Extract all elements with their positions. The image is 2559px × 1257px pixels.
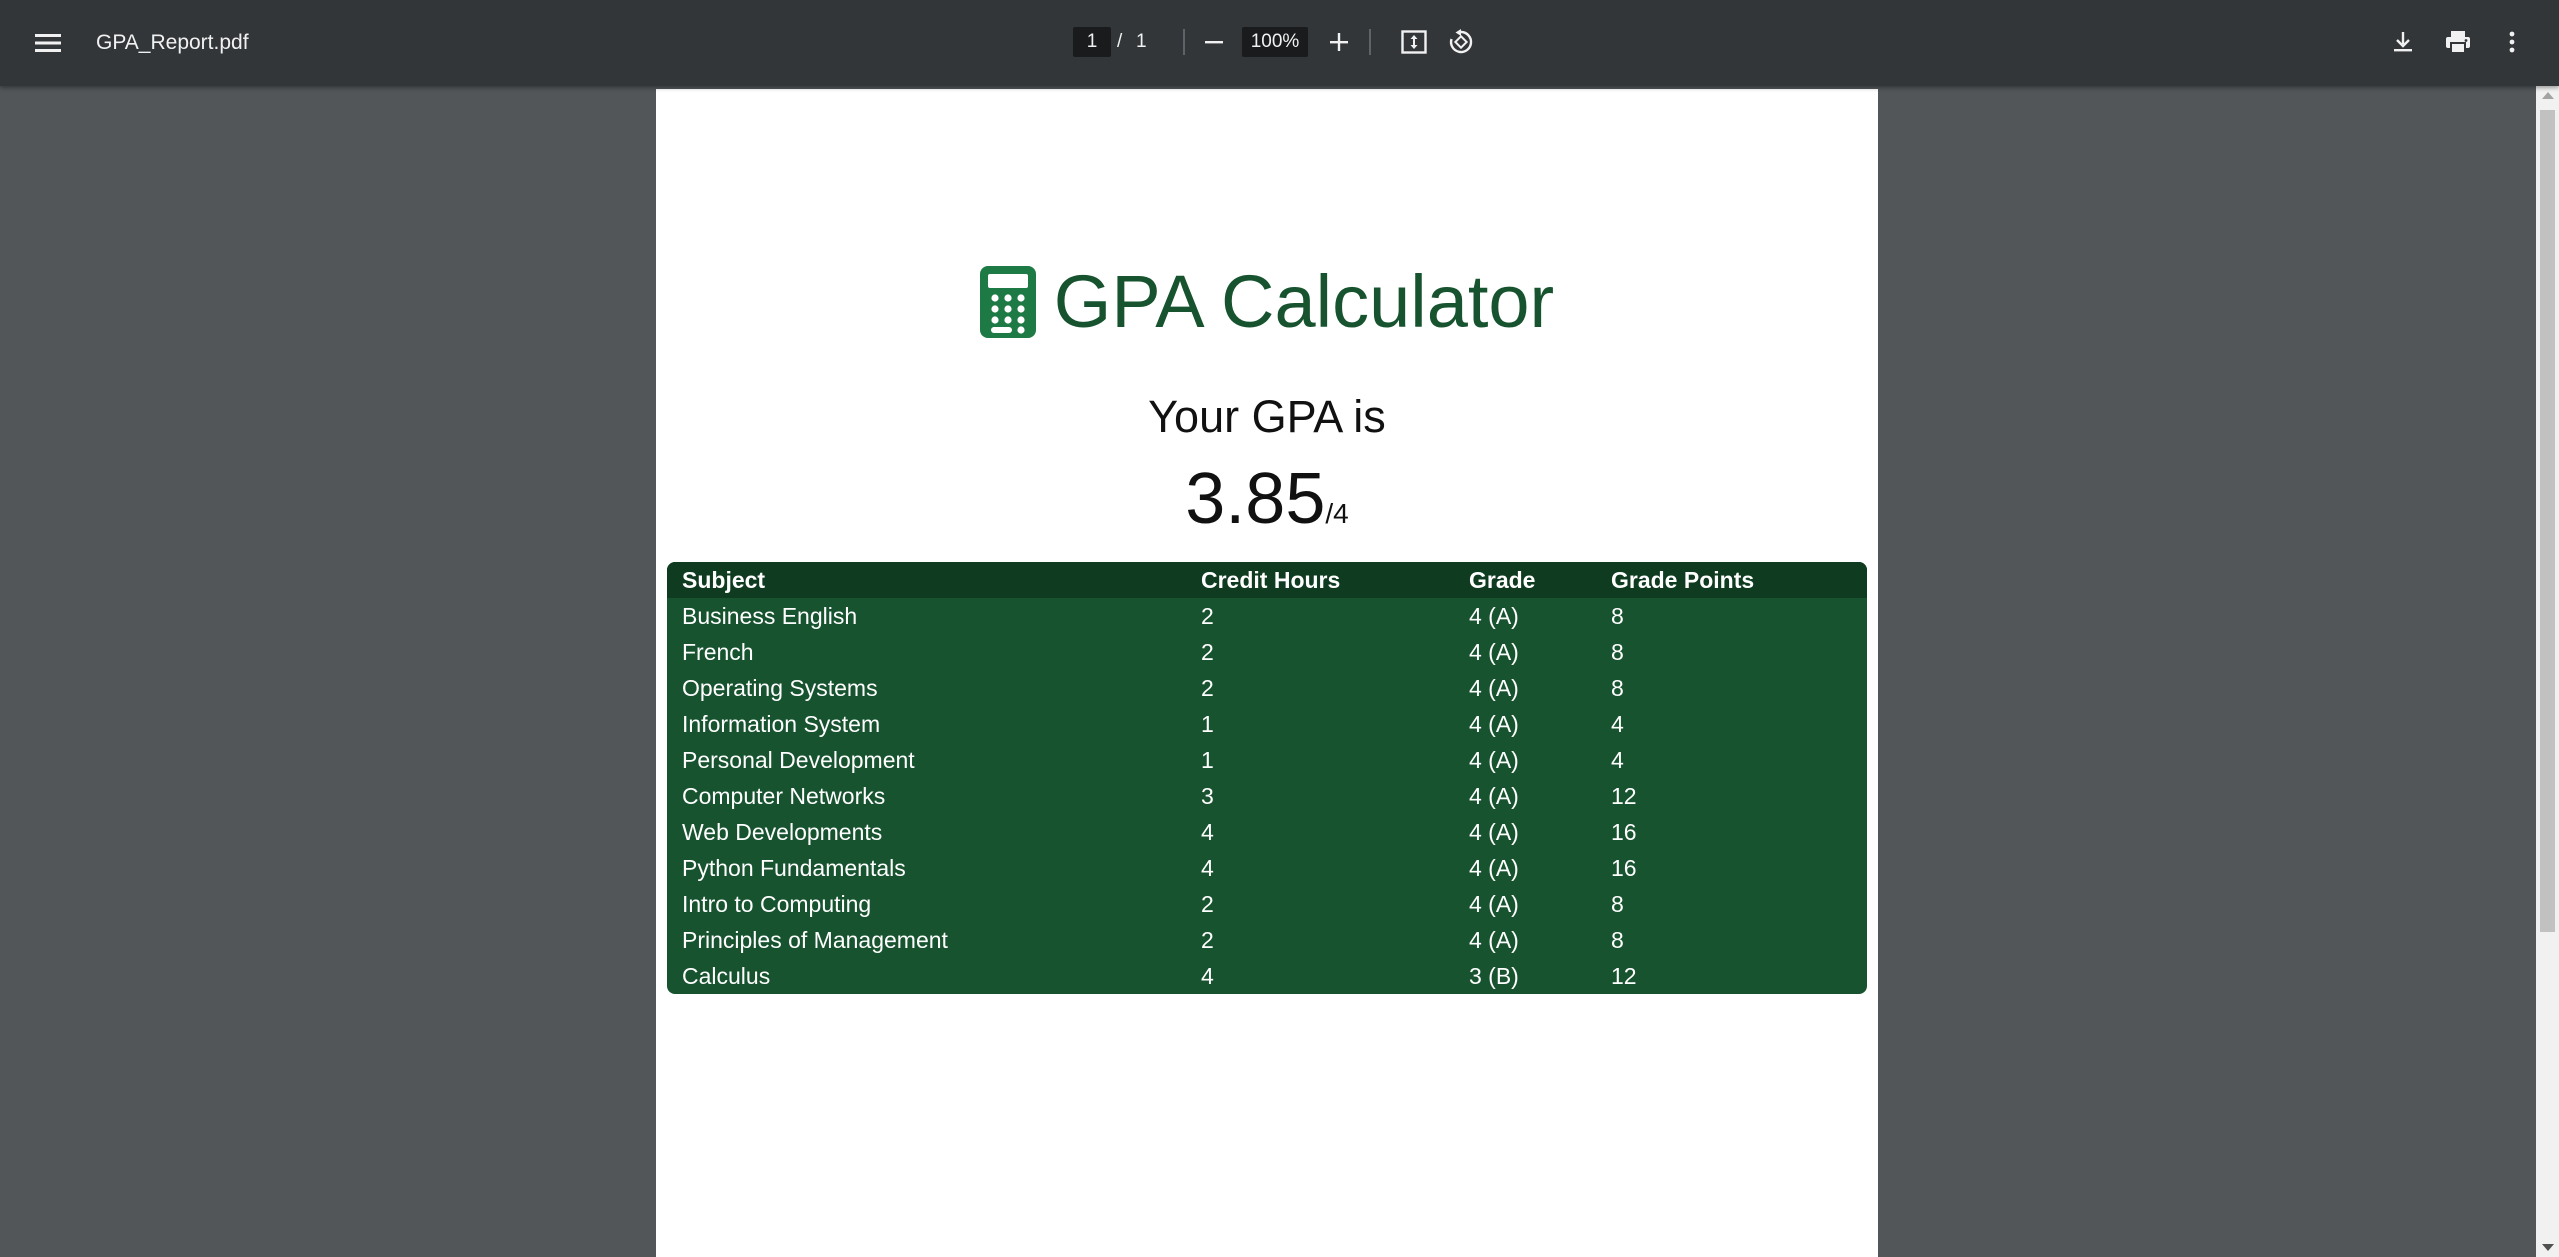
grade-cell: 4 (A)	[1469, 602, 1519, 629]
table-row: Personal Development 1 4 (A) 4	[667, 742, 1867, 778]
scrollbar-thumb[interactable]	[2540, 110, 2555, 932]
page-title: GPA Calculator	[1053, 260, 1555, 343]
more-vert-icon	[2509, 31, 2515, 53]
grade-points-cell: 8	[1611, 638, 1624, 665]
grade-points-cell: 8	[1611, 890, 1624, 917]
table-row: Principles of Management 2 4 (A) 8	[667, 922, 1867, 958]
gpa-value: 3.85	[1185, 459, 1326, 539]
grade-points-cell: 4	[1611, 710, 1624, 737]
grade-cell: 4 (A)	[1469, 926, 1519, 953]
credit-hours-cell: 2	[1201, 602, 1214, 629]
column-header-subject: Subject	[667, 562, 1186, 598]
subject-cell: Computer Networks	[682, 782, 886, 809]
grade-cell: 4 (A)	[1469, 638, 1519, 665]
rotate-button[interactable]	[1441, 22, 1481, 62]
grade-cell: 4 (A)	[1469, 710, 1519, 737]
report-heading: GPA Calculator	[656, 257, 1878, 347]
toolbar-divider	[1369, 29, 1371, 55]
subject-cell: French	[682, 638, 754, 665]
grades-table: Subject Credit Hours Grade Grade Points …	[667, 562, 1867, 994]
table-row: Operating Systems 2 4 (A) 8	[667, 670, 1867, 706]
pdf-page: GPA Calculator Your GPA is 3.85/4 Subjec…	[656, 89, 1878, 1257]
zoom-input[interactable]: 100%	[1242, 27, 1308, 57]
table-row: Intro to Computing 2 4 (A) 8	[667, 886, 1867, 922]
table-row: Web Developments 4 4 (A) 16	[667, 814, 1867, 850]
table-row: French 2 4 (A) 8	[667, 634, 1867, 670]
menu-icon	[35, 34, 61, 52]
gpa-result: 3.85/4	[656, 457, 1878, 541]
subject-cell: Business English	[682, 602, 858, 629]
page-total: 1	[1136, 31, 1147, 52]
scroll-down-arrow-icon[interactable]	[2542, 1244, 2554, 1251]
subject-cell: Information System	[682, 710, 881, 737]
page-separator: /	[1117, 31, 1123, 52]
document-title: GPA_Report.pdf	[96, 31, 249, 54]
scroll-up-arrow-icon[interactable]	[2542, 92, 2554, 99]
column-header-grade-points: Grade Points	[1596, 562, 1867, 598]
table-row: Information System 1 4 (A) 4	[667, 706, 1867, 742]
pdf-toolbar: GPA_Report.pdf 1 / 1 100%	[0, 0, 2559, 86]
download-icon	[2394, 32, 2412, 52]
gpa-label: Your GPA is	[1148, 391, 1386, 442]
subject-cell: Principles of Management	[682, 926, 948, 953]
subject-cell: Python Fundamentals	[682, 854, 906, 881]
table-header-row: Subject Credit Hours Grade Grade Points	[667, 562, 1867, 598]
credit-hours-cell: 4	[1201, 962, 1214, 989]
plus-icon	[1330, 33, 1348, 51]
credit-hours-cell: 3	[1201, 782, 1214, 809]
grade-cell: 4 (A)	[1469, 890, 1519, 917]
menu-button[interactable]	[26, 23, 70, 63]
pdf-viewer: GPA Calculator Your GPA is 3.85/4 Subjec…	[0, 86, 2536, 1257]
grade-points-cell: 4	[1611, 746, 1624, 773]
print-icon	[2446, 31, 2470, 54]
table-row: Business English 2 4 (A) 8	[667, 598, 1867, 634]
grade-cell: 3 (B)	[1469, 962, 1519, 989]
grade-cell: 4 (A)	[1469, 818, 1519, 845]
table-row: Computer Networks 3 4 (A) 12	[667, 778, 1867, 814]
more-options-button[interactable]	[2492, 22, 2532, 62]
gpa-scale: /4	[1325, 498, 1349, 529]
subject-cell: Intro to Computing	[682, 890, 872, 917]
vertical-scrollbar[interactable]	[2536, 86, 2559, 1257]
column-header-credit-hours: Credit Hours	[1186, 562, 1454, 598]
grade-cell: 4 (A)	[1469, 854, 1519, 881]
grade-cell: 4 (A)	[1469, 674, 1519, 701]
calculator-icon	[979, 266, 1036, 338]
download-button[interactable]	[2383, 22, 2423, 62]
credit-hours-cell: 2	[1201, 926, 1214, 953]
table-row: Calculus 4 3 (B) 12	[667, 958, 1867, 994]
grade-points-cell: 12	[1611, 962, 1637, 989]
rotate-icon	[1449, 29, 1473, 54]
credit-hours-cell: 2	[1201, 674, 1214, 701]
fit-page-icon	[1401, 30, 1427, 54]
grade-points-cell: 16	[1611, 818, 1637, 845]
grade-points-cell: 16	[1611, 854, 1637, 881]
toolbar-divider	[1183, 29, 1185, 55]
grade-points-cell: 12	[1611, 782, 1637, 809]
zoom-in-button[interactable]	[1319, 22, 1359, 62]
zoom-out-button[interactable]	[1194, 22, 1234, 62]
subject-cell: Web Developments	[682, 818, 883, 845]
grade-points-cell: 8	[1611, 926, 1624, 953]
print-button[interactable]	[2438, 22, 2478, 62]
credit-hours-cell: 2	[1201, 890, 1214, 917]
grade-cell: 4 (A)	[1469, 782, 1519, 809]
subject-cell: Personal Development	[682, 746, 915, 773]
subject-cell: Operating Systems	[682, 674, 878, 701]
column-header-grade: Grade	[1454, 562, 1596, 598]
page-number-input[interactable]: 1	[1073, 27, 1111, 57]
grade-cell: 4 (A)	[1469, 746, 1519, 773]
credit-hours-cell: 4	[1201, 854, 1214, 881]
credit-hours-cell: 1	[1201, 710, 1214, 737]
grade-points-cell: 8	[1611, 602, 1624, 629]
credit-hours-cell: 2	[1201, 638, 1214, 665]
subject-cell: Calculus	[682, 962, 771, 989]
credit-hours-cell: 1	[1201, 746, 1214, 773]
table-row: Python Fundamentals 4 4 (A) 16	[667, 850, 1867, 886]
minus-icon	[1205, 41, 1223, 44]
fit-page-button[interactable]	[1394, 22, 1434, 62]
credit-hours-cell: 4	[1201, 818, 1214, 845]
grade-points-cell: 8	[1611, 674, 1624, 701]
